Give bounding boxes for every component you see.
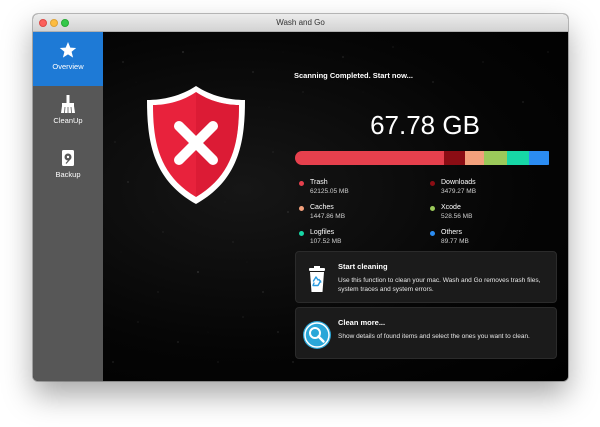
shield-x-icon xyxy=(147,86,245,204)
sidebar-item-label: CleanUp xyxy=(53,116,83,125)
legend-dot xyxy=(430,181,435,186)
clean-more-button[interactable]: Clean more... Show details of found item… xyxy=(295,307,557,359)
usage-segment-others xyxy=(529,151,549,165)
legend-dot xyxy=(430,231,435,236)
legend-dot xyxy=(299,231,304,236)
legend-dot xyxy=(299,181,304,186)
legend-label: Caches xyxy=(310,204,334,211)
minimize-window-button[interactable] xyxy=(50,19,58,27)
legend-size: 89.77 MB xyxy=(441,238,469,245)
star-icon xyxy=(59,42,77,58)
sidebar-item-label: Backup xyxy=(55,170,81,179)
legend-label: Others xyxy=(441,229,463,236)
sidebar: Overview CleanUp Backup xyxy=(33,32,103,381)
window-title: Wash and Go xyxy=(276,18,325,27)
legend-label: Logfiles xyxy=(310,229,335,236)
legend-size: 107.52 MB xyxy=(310,238,342,245)
legend-label: Trash xyxy=(310,179,328,186)
broom-icon xyxy=(61,95,75,114)
overview-panel: Scanning Completed. Start now... 67.78 G… xyxy=(103,32,568,381)
disk-icon xyxy=(62,150,74,166)
start-cleaning-description: Use this function to clean your mac. Was… xyxy=(338,277,541,293)
clean-more-title: Clean more... xyxy=(338,318,386,327)
magnifier-icon xyxy=(303,321,331,349)
usage-segment-trash xyxy=(295,151,444,165)
sidebar-item-overview[interactable]: Overview xyxy=(33,32,103,86)
clean-more-description: Show details of found items and select t… xyxy=(338,333,530,340)
legend-size: 3479.27 MB xyxy=(441,188,477,195)
legend-dot xyxy=(299,206,304,211)
legend-size: 62125.05 MB xyxy=(310,188,349,195)
close-window-button[interactable] xyxy=(39,19,47,27)
usage-segment-caches xyxy=(464,151,485,165)
usage-segment-logfiles xyxy=(507,151,530,165)
total-size-value: 67.78 GB xyxy=(370,110,480,140)
usage-segment-downloads xyxy=(443,151,465,165)
sidebar-item-label: Overview xyxy=(52,62,84,71)
legend-label: Xcode xyxy=(441,204,461,211)
start-cleaning-button[interactable]: Start cleaning Use this function to clea… xyxy=(295,251,557,303)
legend-size: 528.56 MB xyxy=(441,213,473,220)
title-bar: Wash and Go xyxy=(33,14,568,32)
scan-status-text: Scanning Completed. Start now... xyxy=(294,71,413,80)
legend-dot xyxy=(430,206,435,211)
zoom-window-button[interactable] xyxy=(61,19,69,27)
legend-size: 1447.86 MB xyxy=(310,213,346,220)
start-cleaning-title: Start cleaning xyxy=(338,262,388,271)
sidebar-item-backup[interactable]: Backup xyxy=(33,140,103,194)
app-window: Wash and Go Overview CleanUp Backup Scan… xyxy=(33,14,568,381)
recycle-bin-icon xyxy=(309,266,325,292)
sidebar-item-cleanup[interactable]: CleanUp xyxy=(33,86,103,140)
legend-label: Downloads xyxy=(441,179,476,186)
usage-bar xyxy=(295,151,554,165)
usage-segment-xcode xyxy=(484,151,508,165)
